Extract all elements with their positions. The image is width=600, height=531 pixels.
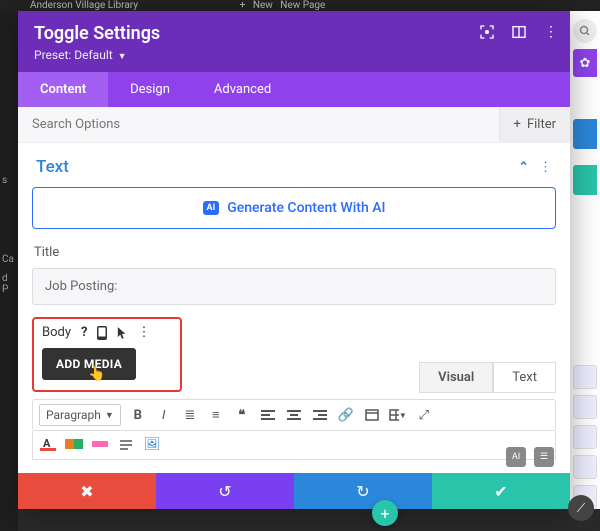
image-button[interactable]: 🖼 (143, 435, 161, 453)
tab-content[interactable]: Content (18, 72, 108, 107)
panel-title: Toggle Settings (34, 23, 554, 44)
content-corner-actions: AI ☰ (506, 447, 554, 467)
ai-badge-icon: AI (203, 201, 220, 215)
cursor-icon[interactable] (117, 326, 127, 340)
wp-admin-sidebar-sliver: s Ca d P (0, 11, 18, 531)
hand-cursor-icon: 👆 (88, 366, 106, 382)
add-media-button[interactable]: ADD MEDIA 👆 (42, 348, 136, 380)
generate-ai-button[interactable]: AI Generate Content With AI (32, 187, 556, 229)
section-more-icon[interactable]: ⋮ (539, 160, 552, 175)
format-select[interactable]: Paragraph▼ (39, 404, 121, 426)
svg-text:A: A (43, 437, 51, 450)
clear-format-button[interactable] (117, 435, 135, 453)
highlight-button[interactable] (91, 435, 109, 453)
search-icon[interactable] (573, 19, 597, 43)
section-title: Text (36, 157, 69, 177)
tab-advanced[interactable]: Advanced (192, 72, 293, 107)
columns-icon[interactable] (510, 23, 528, 41)
add-fab[interactable]: + (372, 500, 398, 526)
quote-button[interactable]: ❝ (233, 406, 251, 424)
stub-3[interactable] (573, 425, 597, 449)
panel-content: Text ⌃ ⋮ AI Generate Content With AI Tit… (18, 143, 570, 473)
collapse-icon[interactable]: ⌃ (518, 160, 529, 175)
caret-down-icon: ▼ (118, 52, 127, 62)
cancel-button[interactable]: ✖ (18, 473, 156, 509)
more-fab[interactable]: ⟋ (568, 495, 594, 521)
insert-button[interactable] (363, 406, 381, 424)
title-label: Title (34, 245, 554, 260)
right-action-strip: ✿ (570, 11, 600, 509)
phone-icon[interactable] (97, 326, 107, 340)
table-button[interactable]: ▼ (389, 406, 407, 424)
more-icon[interactable]: ⋮ (542, 23, 560, 41)
editor-toolbar-row2: A 🖼 (32, 431, 556, 460)
editor-tab-visual[interactable]: Visual (419, 362, 493, 393)
align-center-button[interactable] (285, 406, 303, 424)
filter-button[interactable]: + Filter (499, 107, 570, 142)
bullet-list-button[interactable]: ≣ (181, 406, 199, 424)
settings-panel: Toggle Settings Preset: Default ▼ ⋮ Cont… (18, 11, 570, 509)
bold-button[interactable]: B (129, 406, 147, 424)
text-color-button[interactable]: A (39, 435, 57, 453)
help-icon[interactable]: ? (81, 325, 87, 340)
body-label: Body (42, 325, 71, 340)
search-row: + Filter (18, 107, 570, 143)
editor-toolbar: Paragraph▼ B I ≣ ≡ ❝ 🔗 ▼ ⤢ (32, 399, 556, 431)
plus-icon: + (514, 117, 521, 132)
green-action[interactable] (573, 165, 597, 195)
ai-corner-button[interactable]: AI (506, 447, 526, 467)
align-right-button[interactable] (311, 406, 329, 424)
number-list-button[interactable]: ≡ (207, 406, 225, 424)
confirm-button[interactable]: ✔ (432, 473, 570, 509)
gear-icon[interactable]: ✿ (573, 49, 597, 77)
fullscreen-button[interactable]: ⤢ (415, 406, 433, 424)
preset-selector[interactable]: Preset: Default ▼ (34, 48, 554, 62)
stub-1[interactable] (573, 365, 597, 389)
panel-header: Toggle Settings Preset: Default ▼ ⋮ (18, 11, 570, 72)
undo-button[interactable]: ↺ (156, 473, 294, 509)
title-input[interactable] (32, 268, 556, 305)
browser-tab-strip: Anderson Village Library + New New Page (0, 0, 600, 11)
settings-corner-button[interactable]: ☰ (534, 447, 554, 467)
palette-button[interactable] (65, 435, 83, 453)
panel-footer: ✖ ↺ ↻ ✔ (18, 473, 570, 509)
stub-4[interactable] (573, 455, 597, 479)
link-button[interactable]: 🔗 (337, 406, 355, 424)
stub-2[interactable] (573, 395, 597, 419)
scan-icon[interactable] (478, 23, 496, 41)
italic-button[interactable]: I (155, 406, 173, 424)
align-left-button[interactable] (259, 406, 277, 424)
blue-action[interactable] (573, 119, 597, 149)
redo-button[interactable]: ↻ (294, 473, 432, 509)
search-input[interactable] (18, 107, 499, 142)
settings-tabs: Content Design Advanced (18, 72, 570, 107)
tab-design[interactable]: Design (108, 72, 192, 107)
body-more-icon[interactable]: ⋮ (137, 325, 150, 340)
editor-tab-text[interactable]: Text (493, 362, 556, 393)
